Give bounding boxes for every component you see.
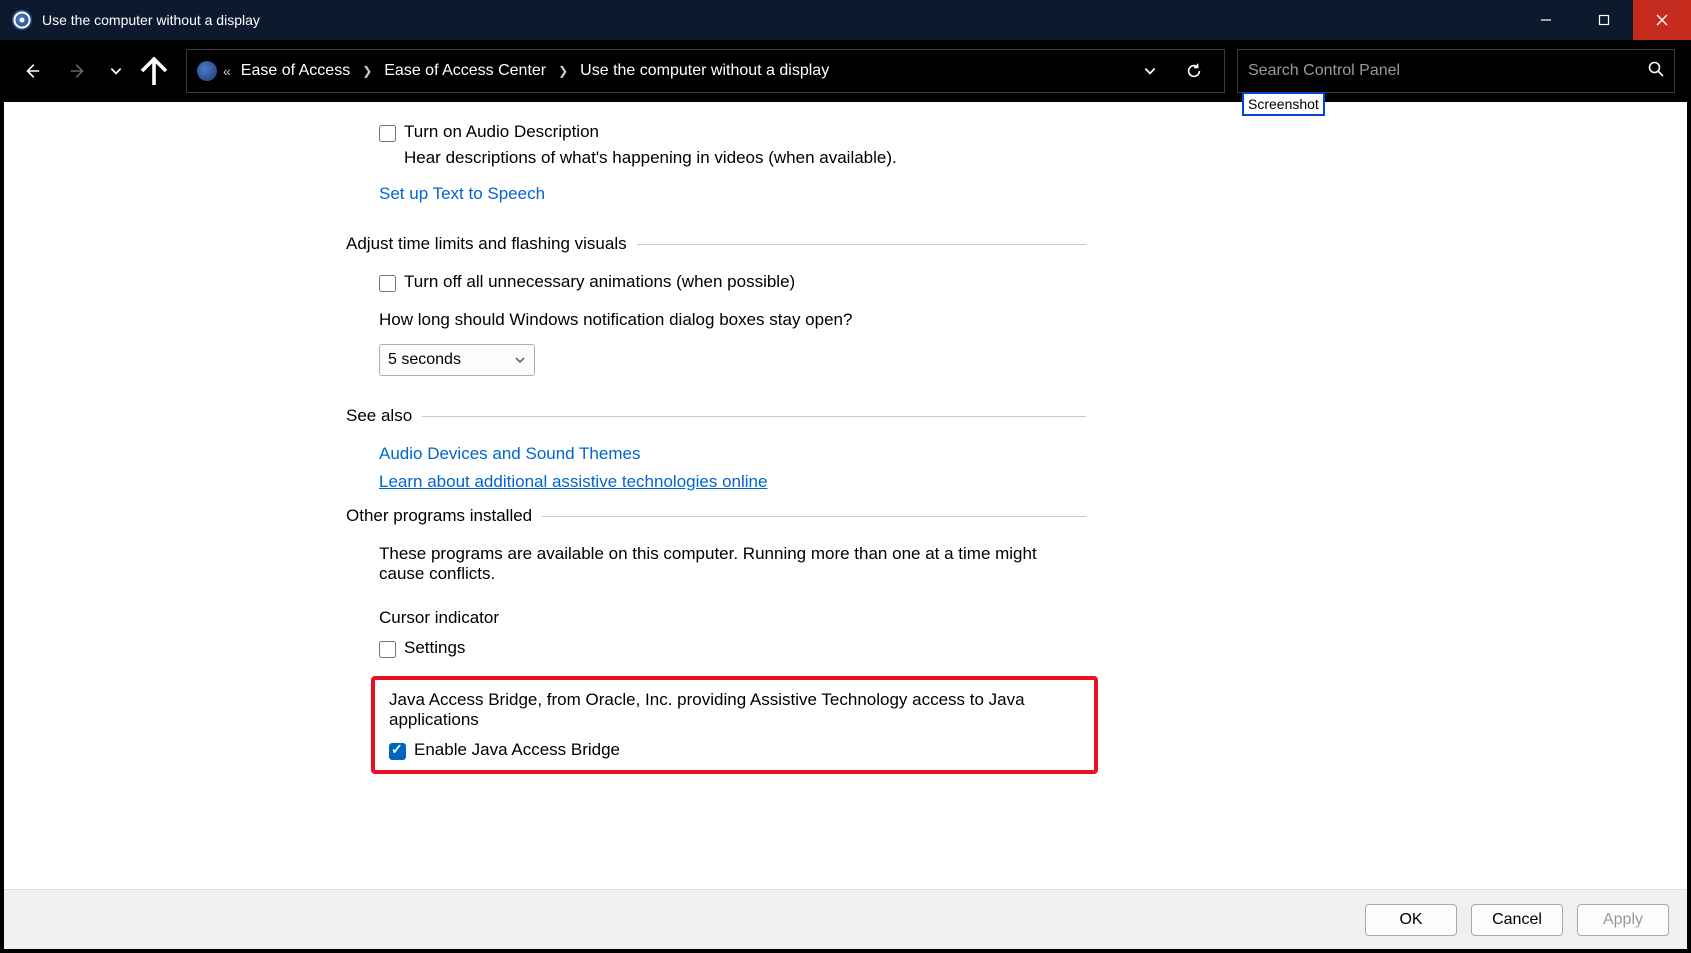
breadcrumb-ease-of-access-center[interactable]: Ease of Access Center [382, 58, 548, 84]
divider [637, 244, 1086, 245]
divider [542, 516, 1086, 517]
audio-devices-link[interactable]: Audio Devices and Sound Themes [379, 444, 1086, 464]
close-button[interactable] [1633, 0, 1691, 40]
cursor-settings-checkbox[interactable] [379, 641, 396, 658]
java-access-bridge-highlight: Java Access Bridge, from Oracle, Inc. pr… [371, 676, 1098, 774]
section-other-programs-header: Other programs installed [346, 506, 532, 526]
ok-button[interactable]: OK [1365, 904, 1457, 936]
back-button[interactable] [12, 51, 52, 91]
section-time-limits-header: Adjust time limits and flashing visuals [346, 234, 627, 254]
divider [422, 416, 1086, 417]
refresh-button[interactable] [1176, 53, 1212, 89]
java-access-bridge-checkbox[interactable] [389, 743, 406, 760]
content-area: Turn on Audio Description Hear descripti… [4, 102, 1687, 949]
section-see-also-header: See also [346, 406, 412, 426]
audio-description-label: Turn on Audio Description [404, 122, 599, 142]
turn-off-animations-label: Turn off all unnecessary animations (whe… [404, 272, 795, 292]
setup-text-to-speech-link[interactable]: Set up Text to Speech [379, 184, 545, 203]
assistive-tech-link[interactable]: Learn about additional assistive technol… [379, 472, 1086, 492]
chevron-left-icon[interactable]: « [223, 63, 231, 79]
recent-locations-button[interactable] [104, 51, 128, 91]
forward-button[interactable] [58, 51, 98, 91]
breadcrumb-ease-of-access[interactable]: Ease of Access [239, 58, 352, 84]
chevron-right-icon[interactable]: ❯ [554, 64, 572, 78]
address-bar[interactable]: « Ease of Access ❯ Ease of Access Center… [186, 49, 1225, 93]
navbar: « Ease of Access ❯ Ease of Access Center… [0, 40, 1691, 102]
search-box[interactable]: Screenshot [1237, 49, 1675, 93]
location-icon [197, 61, 217, 81]
turn-off-animations-checkbox[interactable] [379, 275, 396, 292]
control-panel-icon [12, 10, 32, 30]
titlebar: Use the computer without a display [0, 0, 1691, 40]
cursor-indicator-label: Cursor indicator [379, 608, 1086, 628]
apply-button[interactable]: Apply [1577, 904, 1669, 936]
content-scroll[interactable]: Turn on Audio Description Hear descripti… [4, 102, 1687, 889]
up-button[interactable] [134, 51, 174, 91]
search-icon[interactable] [1648, 61, 1664, 82]
java-access-bridge-label: Enable Java Access Bridge [414, 740, 620, 760]
tooltip: Screenshot [1242, 92, 1325, 116]
notification-duration-label: How long should Windows notification dia… [379, 310, 1086, 330]
audio-description-checkbox[interactable] [379, 125, 396, 142]
select-value: 5 seconds [388, 351, 461, 369]
maximize-button[interactable] [1575, 0, 1633, 40]
cursor-settings-label: Settings [404, 638, 465, 658]
chevron-down-icon [514, 354, 526, 366]
footer: OK Cancel Apply [4, 889, 1687, 949]
search-input[interactable] [1248, 62, 1648, 80]
breadcrumb: Ease of Access ❯ Ease of Access Center ❯… [239, 58, 1132, 84]
address-dropdown-button[interactable] [1132, 53, 1168, 89]
other-programs-desc: These programs are available on this com… [379, 544, 1086, 584]
window-title: Use the computer without a display [42, 12, 1517, 28]
chevron-right-icon[interactable]: ❯ [358, 64, 376, 78]
java-access-bridge-desc: Java Access Bridge, from Oracle, Inc. pr… [389, 690, 1086, 730]
audio-description-desc: Hear descriptions of what's happening in… [404, 148, 1086, 168]
minimize-button[interactable] [1517, 0, 1575, 40]
breadcrumb-current[interactable]: Use the computer without a display [578, 58, 831, 84]
notification-duration-select[interactable]: 5 seconds [379, 344, 535, 376]
cancel-button[interactable]: Cancel [1471, 904, 1563, 936]
